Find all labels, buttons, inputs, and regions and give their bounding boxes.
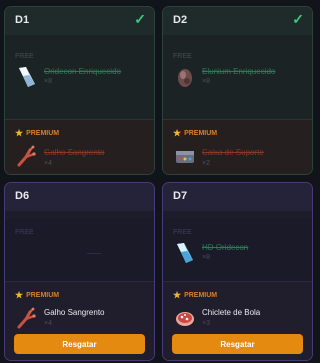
empty-placeholder	[86, 253, 101, 254]
day-label: D7	[173, 190, 188, 202]
card-header: D7	[163, 183, 312, 211]
item-name: Oridecon Enriquecido	[44, 67, 121, 76]
crystal-icon	[15, 65, 39, 89]
star-icon: ★	[173, 290, 182, 300]
item-quantity: ×8	[202, 78, 210, 85]
day-card-d6: D6 FREE ★ PREMIUM Galho Sangrento ×4 Resg…	[4, 182, 155, 361]
item-quantity: ×8	[202, 254, 210, 261]
free-reward: FREE Elunium Enriquecido ×8	[163, 43, 312, 119]
item-quantity: ×4	[44, 320, 52, 327]
box-icon	[173, 144, 197, 168]
item-quantity: ×4	[44, 160, 52, 167]
card-header: D2 ✓	[163, 7, 312, 35]
crystal-icon	[173, 241, 197, 265]
premium-label: ★ PREMIUM	[173, 290, 218, 300]
item-quantity: ×2	[202, 160, 210, 167]
day-card-d7: D7 FREE HD Oridecon ×8 ★ PREMIUM Chiclete…	[162, 182, 313, 361]
star-icon: ★	[15, 128, 24, 138]
free-label: FREE	[15, 53, 34, 60]
branch-icon	[15, 144, 39, 168]
day-card-d1: D1 ✓ FREE Oridecon Enriquecido ×8 ★ PREMI…	[4, 6, 155, 175]
premium-reward: ★ PREMIUM Galho Sangrento ×4	[5, 120, 154, 174]
premium-reward: ★ PREMIUM Caixa de Suporte ×2	[163, 120, 312, 174]
premium-reward: ★ PREMIUM Chiclete de Bola ×3 Resgatar	[163, 282, 312, 360]
free-label: FREE	[15, 229, 34, 236]
item-name: Chiclete de Bola	[202, 308, 261, 317]
free-reward: FREE Oridecon Enriquecido ×8	[5, 43, 154, 119]
item-name: Elunium Enriquecido	[202, 67, 276, 76]
branch-icon	[15, 306, 39, 330]
item-name: Caixa de Suporte	[202, 148, 264, 157]
free-label: FREE	[173, 53, 192, 60]
day-label: D2	[173, 14, 188, 26]
item-quantity: ×3	[202, 320, 210, 327]
check-icon: ✓	[292, 11, 304, 27]
day-label: D1	[15, 14, 30, 26]
premium-label: ★ PREMIUM	[173, 128, 218, 138]
item-name: Galho Sangrento	[44, 308, 105, 317]
free-label: FREE	[173, 229, 192, 236]
day-card-d2: D2 ✓ FREE Elunium Enriquecido ×8 ★ PREMIU…	[162, 6, 313, 175]
premium-label: ★ PREMIUM	[15, 128, 60, 138]
item-name: Galho Sangrento	[44, 148, 105, 157]
claim-button[interactable]: Resgatar	[172, 334, 303, 354]
card-header: D1 ✓	[5, 7, 154, 35]
claim-button[interactable]: Resgatar	[14, 334, 145, 354]
card-header: D6	[5, 183, 154, 211]
item-quantity: ×8	[44, 78, 52, 85]
premium-label: ★ PREMIUM	[15, 290, 60, 300]
day-label: D6	[15, 190, 30, 202]
candy-icon	[173, 306, 197, 330]
star-icon: ★	[173, 128, 182, 138]
premium-reward: ★ PREMIUM Galho Sangrento ×4 Resgatar	[5, 282, 154, 360]
stone-icon	[173, 65, 197, 89]
star-icon: ★	[15, 290, 24, 300]
item-name: HD Oridecon	[202, 243, 249, 252]
check-icon: ✓	[134, 11, 146, 27]
